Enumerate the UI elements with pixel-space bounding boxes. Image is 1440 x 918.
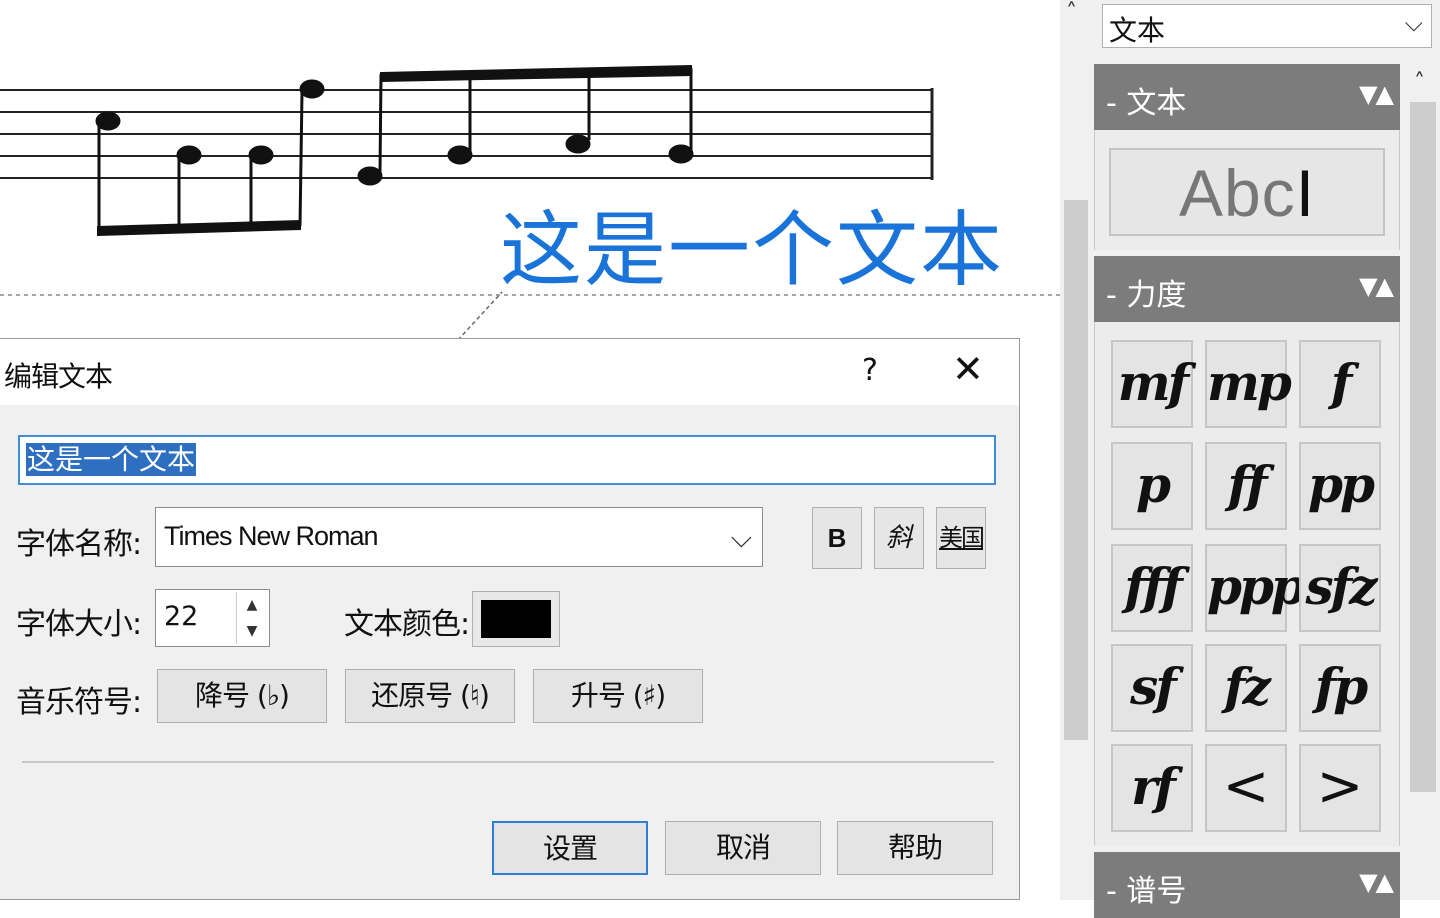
music-symbol-label: 音乐符号: [16, 685, 142, 720]
decrescendo-hairpin-button[interactable]: > [1299, 744, 1381, 832]
help-icon[interactable]: ? [862, 353, 878, 388]
dynamic-mp-button[interactable]: mp [1205, 340, 1292, 428]
outer-scrollbar[interactable]: ˄ [1060, 0, 1090, 900]
dynamic-fz-button[interactable]: fz [1205, 644, 1287, 732]
text-tool-button[interactable]: AbcI [1109, 148, 1385, 236]
dynamic-sf-button[interactable]: sf [1111, 644, 1193, 732]
dynamic-f-button[interactable]: f [1299, 340, 1381, 428]
palette-selector-value: 文本 [1109, 14, 1166, 47]
dynamic-p-button[interactable]: p [1111, 442, 1193, 530]
chevron-down-icon: ⌵ [730, 521, 752, 554]
dynamic-sfz-button[interactable]: sfz [1299, 544, 1381, 632]
collapse-icon[interactable]: ▼▲ [1359, 868, 1394, 896]
scroll-up-icon[interactable]: ˄ [1066, 0, 1077, 25]
note [176, 145, 202, 165]
note [565, 134, 591, 154]
dynamic-ppp-button[interactable]: ppp [1205, 544, 1306, 632]
dialog-title: 编辑文本 [4, 360, 113, 393]
scroll-up-icon[interactable]: ˄ [1414, 70, 1425, 95]
text-section-body: AbcI [1094, 130, 1400, 250]
dynamics-section-header[interactable]: - 力度 ▼▲ [1094, 256, 1400, 322]
beam [380, 65, 692, 82]
note-group-1 [95, 79, 325, 236]
palette-scrollbar[interactable]: ˄ [1406, 62, 1440, 900]
italic-button[interactable]: 斜 [874, 507, 924, 569]
color-swatch-fill [481, 600, 551, 638]
dynamic-ff-button[interactable]: ff [1205, 442, 1287, 530]
text-color-label: 文本颜色: [344, 607, 470, 642]
palette-selector[interactable]: 文本 ⌵ [1102, 4, 1432, 48]
section-title: - 谱号 [1106, 874, 1187, 909]
divider [22, 761, 994, 763]
dynamic-rf-button[interactable]: rf [1111, 744, 1193, 832]
natural-button[interactable]: 还原号 (♮) [345, 669, 515, 723]
score-text-object[interactable]: 这是一个文本 [500, 210, 1004, 292]
cancel-button[interactable]: 取消 [665, 821, 821, 875]
dynamic-fp-button[interactable]: fp [1299, 644, 1381, 732]
note [299, 79, 325, 99]
note [248, 145, 274, 165]
text-color-picker[interactable] [472, 591, 560, 647]
collapse-icon[interactable]: ▼▲ [1359, 80, 1394, 108]
font-name-select[interactable]: Times New Roman ⌵ [155, 507, 763, 567]
dialog-titlebar[interactable]: 编辑文本 ? ✕ [0, 339, 1019, 405]
flat-button[interactable]: 降号 (♭) [157, 669, 327, 723]
dynamic-mf-button[interactable]: mf [1111, 340, 1193, 428]
close-icon[interactable]: ✕ [952, 347, 984, 391]
ok-button[interactable]: 设置 [492, 821, 648, 875]
note-group-2 [357, 65, 694, 186]
decrement-icon[interactable]: ▼ [237, 618, 267, 644]
section-title: - 文本 [1106, 86, 1187, 121]
abc-label: Abc [1178, 156, 1296, 230]
font-size-label: 字体大小: [16, 607, 142, 642]
bold-button[interactable]: B [812, 507, 862, 569]
edit-text-dialog: 编辑文本 ? ✕ 这是一个文本 字体名称: Times New Roman ⌵ … [0, 338, 1020, 900]
text-cursor-icon: I [1295, 156, 1316, 230]
note [447, 145, 473, 165]
scrollbar-thumb[interactable] [1064, 200, 1088, 740]
sharp-button[interactable]: 升号 (♯) [533, 669, 703, 723]
collapse-icon[interactable]: ▼▲ [1359, 272, 1394, 300]
score-canvas[interactable]: 这是一个文本 [0, 0, 1060, 340]
section-title: - 力度 [1106, 278, 1187, 313]
font-name-value: Times New Roman [164, 521, 379, 551]
text-anchor-line [457, 291, 503, 340]
selected-text: 这是一个文本 [26, 443, 197, 476]
palette-panel: ˄ 文本 ⌵ ˄ - 文本 ▼▲ AbcI - 力度 ▼▲ mf mp f p … [1060, 0, 1440, 918]
font-size-stepper[interactable]: 22 ▲ ▼ [155, 589, 270, 647]
help-button[interactable]: 帮助 [837, 821, 993, 875]
chevron-down-icon: ⌵ [1404, 9, 1423, 37]
note [668, 144, 694, 164]
font-name-label: 字体名称: [16, 527, 142, 562]
increment-icon[interactable]: ▲ [237, 592, 267, 618]
text-content-input[interactable]: 这是一个文本 [18, 435, 996, 485]
clef-section-header[interactable]: - 谱号 ▼▲ [1094, 852, 1400, 918]
text-section-header[interactable]: - 文本 ▼▲ [1094, 64, 1400, 130]
underline-button[interactable]: 美国 [936, 507, 986, 569]
crescendo-hairpin-button[interactable]: < [1205, 744, 1287, 832]
note [357, 166, 383, 186]
dynamic-fff-button[interactable]: fff [1111, 544, 1193, 632]
scrollbar-thumb[interactable] [1410, 102, 1436, 792]
dynamic-pp-button[interactable]: pp [1299, 442, 1381, 530]
dynamics-section-body: mf mp f p ff pp fff ppp sfz sf fz fp rf … [1094, 322, 1400, 846]
staff-lines [0, 88, 934, 180]
font-size-value: 22 [164, 601, 199, 632]
spin-buttons[interactable]: ▲ ▼ [236, 592, 267, 644]
beam [97, 220, 301, 236]
